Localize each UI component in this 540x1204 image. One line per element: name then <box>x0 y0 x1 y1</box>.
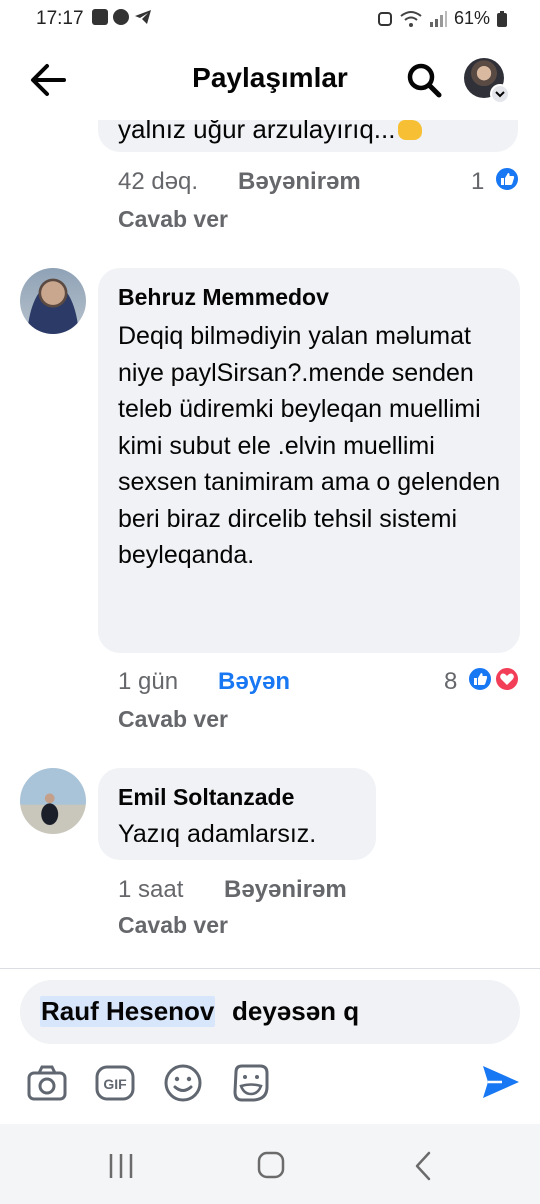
camera-icon[interactable] <box>26 1062 68 1104</box>
reaction-count: 1 <box>471 168 485 195</box>
comment-author[interactable]: Emil Soltanzade <box>118 784 294 811</box>
emoji-icon[interactable] <box>162 1062 204 1104</box>
like-reaction-icon[interactable] <box>494 166 520 192</box>
app-header: Paylaşımlar <box>0 40 540 120</box>
reaction-count: 8 <box>444 668 458 695</box>
home-icon[interactable] <box>256 1150 286 1180</box>
love-reaction-icon[interactable] <box>494 666 520 692</box>
comment-time: 1 gün <box>118 668 179 695</box>
svg-text:GIF: GIF <box>103 1076 127 1092</box>
sticker-icon[interactable] <box>230 1062 272 1104</box>
battery-icon <box>497 10 507 27</box>
status-time: 17:17 <box>36 8 84 29</box>
chevron-down-icon <box>490 84 510 104</box>
alarm-icon <box>377 11 392 26</box>
comment-bubble[interactable]: Emil Soltanzade Yazıq adamlarsız. <box>98 768 376 860</box>
typed-text: deyəsən q <box>232 996 360 1026</box>
send-icon[interactable] <box>480 1062 522 1102</box>
notification-icons <box>92 9 152 25</box>
messenger-notification-icon <box>113 9 129 25</box>
gif-icon[interactable]: GIF <box>94 1062 136 1104</box>
system-navigation-bar <box>0 1124 540 1204</box>
comment-text: Yazıq adamlarsız. <box>118 820 317 848</box>
profile-menu-button[interactable] <box>464 58 510 104</box>
reply-button[interactable]: Cavab ver <box>118 206 228 233</box>
comment-author[interactable]: Behruz Memmedov <box>118 284 329 311</box>
battery-percent: 61% <box>453 8 490 28</box>
reply-button[interactable]: Cavab ver <box>118 706 228 733</box>
page-title: Paylaşımlar <box>192 62 348 93</box>
comment-time: 42 dəq. <box>118 168 199 195</box>
recent-apps-icon[interactable] <box>106 1152 136 1180</box>
comment-time: 1 saat <box>118 876 184 903</box>
status-bar: 17:17 61% <box>0 0 540 36</box>
reply-button[interactable]: Cavab ver <box>118 912 228 939</box>
avatar[interactable] <box>20 768 86 834</box>
back-icon[interactable] <box>412 1150 434 1182</box>
gallery-notification-icon <box>92 9 108 25</box>
telegram-notification-icon <box>135 10 151 24</box>
clapping-hand-emoji-icon <box>398 120 423 140</box>
signal-icon <box>429 10 447 27</box>
composer-divider <box>0 968 540 969</box>
mention-tag[interactable]: Rauf Hesenov <box>40 996 216 1027</box>
search-icon[interactable] <box>404 60 444 100</box>
comment-input[interactable]: Rauf Hesenov deyəsən q <box>20 980 520 1044</box>
wifi-icon <box>400 10 422 27</box>
avatar[interactable] <box>20 268 86 334</box>
comment-text: Deqiq bilmədiyin yalan məlumat niye payl… <box>118 322 501 569</box>
comment-bubble[interactable]: Behruz Memmedov Deqiq bilmədiyin yalan m… <box>98 268 520 653</box>
like-reaction-icon[interactable] <box>467 666 493 692</box>
like-button[interactable]: Bəyənirəm <box>238 168 361 196</box>
like-button[interactable]: Bəyənirəm <box>224 876 347 904</box>
like-button[interactable]: Bəyən <box>218 668 290 696</box>
system-icons: 61% <box>376 8 508 29</box>
